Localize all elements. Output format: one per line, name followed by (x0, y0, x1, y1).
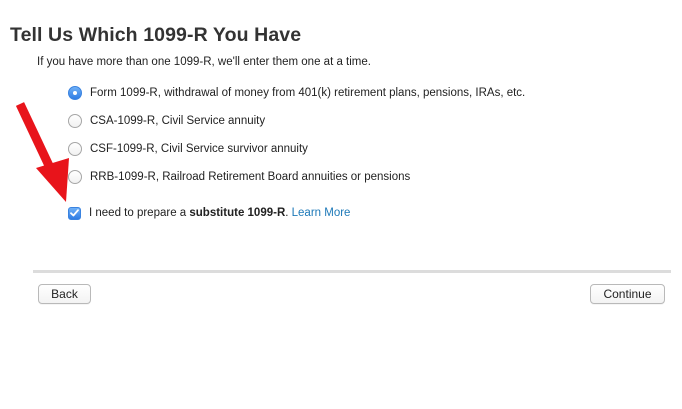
option-csa-1099-r[interactable]: CSA-1099-R, Civil Service annuity (68, 112, 265, 130)
option-form-1099-r[interactable]: Form 1099-R, withdrawal of money from 40… (68, 84, 525, 102)
substitute-label-bold: substitute 1099-R (189, 207, 286, 219)
red-arrow-icon (15, 102, 69, 202)
page-title: Tell Us Which 1099-R You Have (10, 24, 302, 46)
checkbox-checked-icon[interactable] (68, 206, 81, 220)
substitute-label: I need to prepare a substitute 1099-R. L… (89, 207, 350, 219)
option-label: Form 1099-R, withdrawal of money from 40… (90, 87, 526, 99)
learn-more-link[interactable]: Learn More (292, 207, 351, 219)
section-divider (33, 270, 671, 273)
checkmark-icon (70, 209, 79, 217)
option-csf-1099-r[interactable]: CSF-1099-R, Civil Service survivor annui… (68, 140, 308, 158)
substitute-label-prefix: I need to prepare a (89, 207, 190, 219)
option-rrb-1099-r[interactable]: RRB-1099-R, Railroad Retirement Board an… (68, 168, 410, 186)
continue-button[interactable]: Continue (590, 284, 665, 304)
substitute-1099-r-checkbox-row[interactable]: I need to prepare a substitute 1099-R. L… (68, 204, 350, 222)
option-label: CSF-1099-R, Civil Service survivor annui… (90, 143, 308, 155)
option-label: CSA-1099-R, Civil Service annuity (90, 115, 266, 127)
option-label: RRB-1099-R, Railroad Retirement Board an… (90, 171, 411, 183)
page-subtitle: If you have more than one 1099-R, we'll … (37, 56, 371, 68)
back-button[interactable]: Back (38, 284, 91, 304)
